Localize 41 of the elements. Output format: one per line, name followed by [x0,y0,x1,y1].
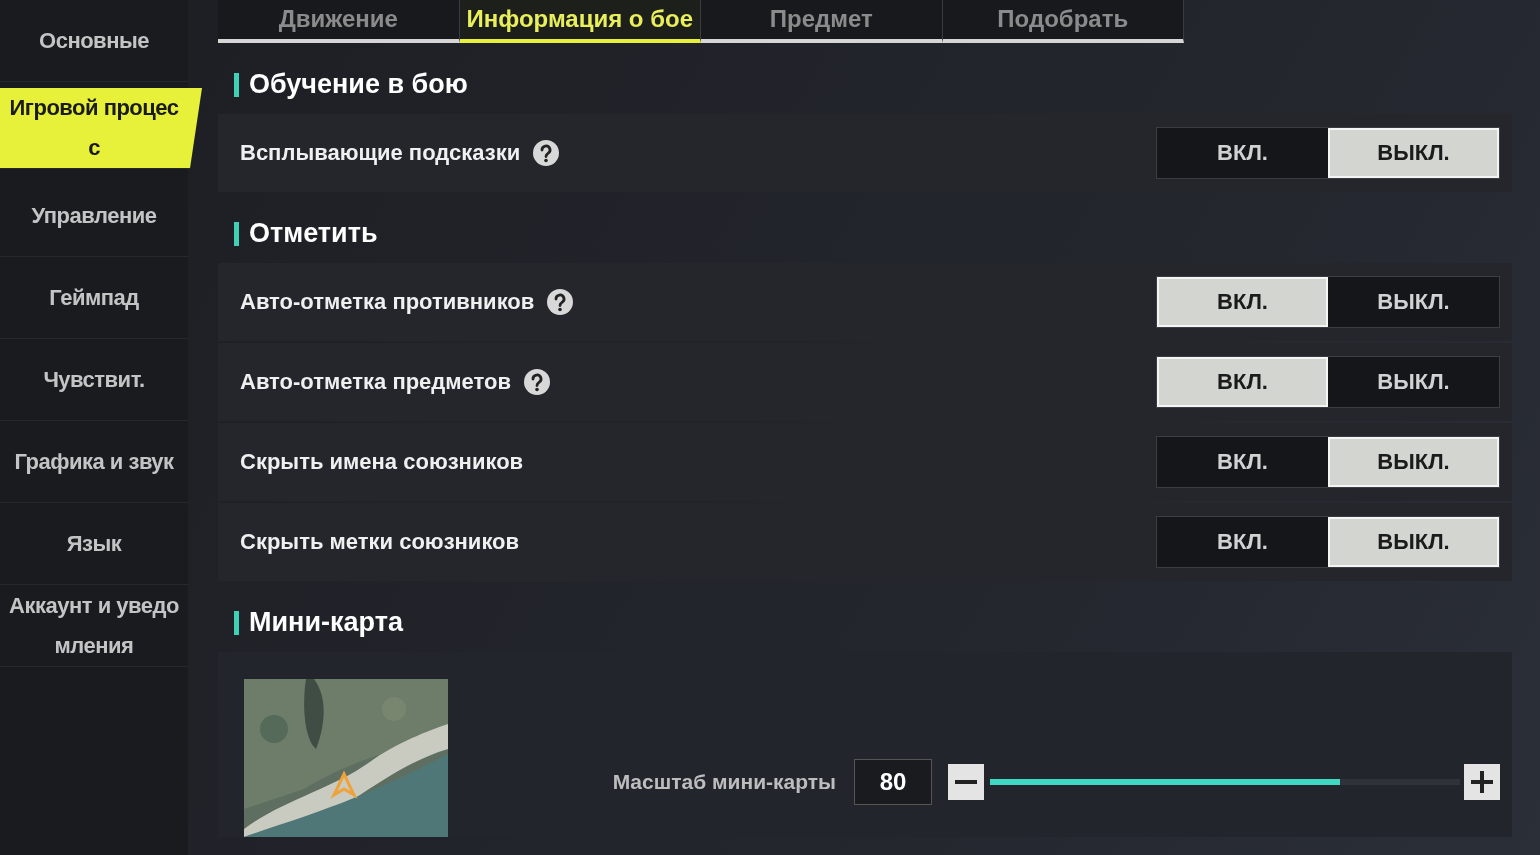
sidebar-item[interactable]: Чувствит. [0,339,188,421]
toggle-option[interactable]: ВЫКЛ. [1328,128,1499,178]
minus-icon[interactable] [948,764,984,800]
tab[interactable]: Движение [218,0,460,43]
setting-label: Авто-отметка противников [240,289,535,315]
toggle-option[interactable]: ВКЛ. [1157,128,1328,178]
accent-bar [234,610,239,635]
plus-icon[interactable] [1464,764,1500,800]
accent-bar [234,221,239,246]
tab[interactable]: Подобрать [942,0,1184,43]
help-icon[interactable] [532,139,561,167]
sidebar-item[interactable]: Аккаунт и уведомления [0,585,188,667]
toggle-option[interactable]: ВЫКЛ. [1328,277,1499,327]
help-icon[interactable] [523,368,551,396]
sidebar-item[interactable]: Графика и звук [0,421,188,503]
scale-label: Масштаб мини-карты [612,770,836,794]
sidebar-item[interactable]: Управление [0,175,188,257]
setting-label: Всплывающие подсказки [240,140,521,166]
toggle-option[interactable]: ВКЛ. [1157,277,1328,327]
section-title: Обучение в бою [249,69,468,100]
setting-label: Скрыть метки союзников [240,529,520,555]
sidebar-item[interactable]: Язык [0,503,188,585]
setting-label: Скрыть имена союзников [240,449,524,475]
sidebar-item[interactable]: Геймпад [0,257,188,339]
slider-track[interactable] [990,779,1460,785]
toggle-option[interactable]: ВКЛ. [1157,357,1328,407]
section-title: Отметить [249,218,378,249]
toggle-option[interactable]: ВКЛ. [1157,517,1328,567]
toggle-option[interactable]: ВЫКЛ. [1328,517,1499,567]
toggle-option[interactable]: ВЫКЛ. [1328,357,1499,407]
sidebar-item[interactable]: Основные [0,0,188,82]
section-title: Мини-карта [249,607,403,638]
tab[interactable]: Информация о бое [459,0,701,43]
accent-bar [234,72,239,97]
toggle-option[interactable]: ВКЛ. [1157,437,1328,487]
scale-value-field[interactable]: 80 [854,759,932,805]
help-icon[interactable] [546,288,575,316]
setting-label: Авто-отметка предметов [240,369,511,395]
tab[interactable]: Предмет [701,0,943,43]
sidebar-item[interactable]: Игровой процесс [0,88,202,169]
toggle-option[interactable]: ВЫКЛ. [1328,437,1499,487]
